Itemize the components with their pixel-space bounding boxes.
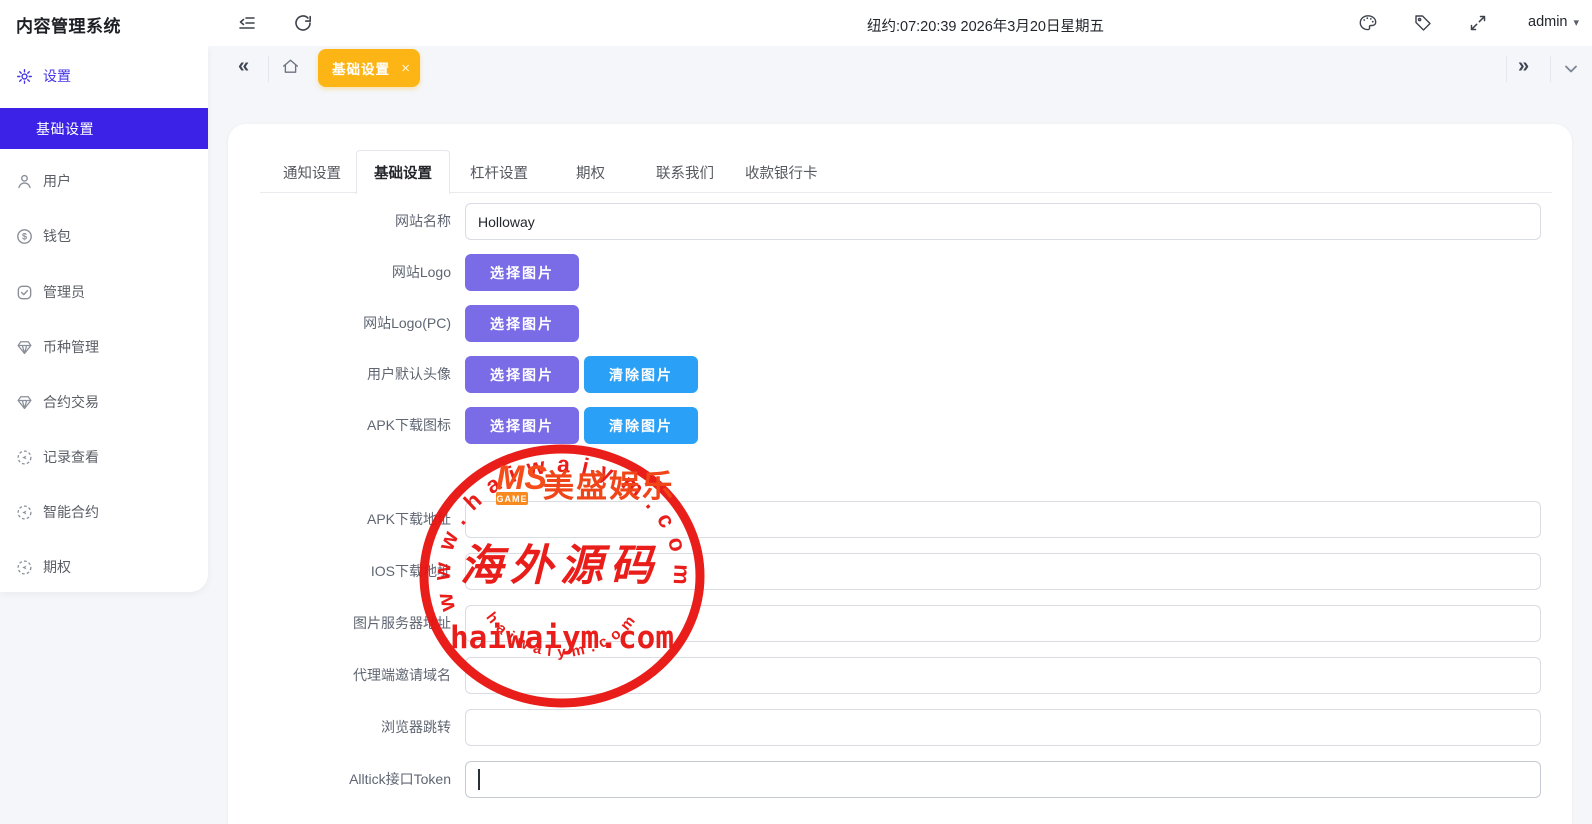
clear-image-button[interactable]: 清除图片: [584, 407, 698, 444]
close-icon[interactable]: ×: [401, 60, 410, 77]
choose-image-button[interactable]: 选择图片: [465, 305, 579, 342]
settings-panel: 通知设置 基础设置 杠杆设置 期权 联系我们 收款银行卡 网站名称 网站Logo…: [228, 124, 1572, 824]
form-row-default-avatar: 用户默认头像 选择图片 清除图片: [228, 356, 1572, 393]
caret-down-icon: ▾: [1573, 16, 1580, 29]
image-server-url-input[interactable]: [465, 605, 1541, 642]
clock-text: 纽约:07:20:39 2026年3月20日星期五: [867, 19, 1104, 35]
ios-download-url-input[interactable]: [465, 553, 1541, 590]
sidebar-item-label: 智能合约: [43, 504, 99, 520]
agent-invite-domain-input[interactable]: [465, 657, 1541, 694]
field-label: APK下载地址: [366, 511, 451, 527]
form-row-site-logo: 网站Logo 选择图片: [228, 254, 1572, 291]
sidebar-item-wallet[interactable]: $ 钱包: [0, 220, 208, 252]
compass-icon: [16, 559, 33, 576]
browser-redirect-input[interactable]: [465, 709, 1541, 746]
sidebar-item-label: 设置: [43, 68, 71, 84]
field-label: 浏览器跳转: [381, 719, 451, 735]
form-row-apk-icon: APK下载图标 选择图片 清除图片: [228, 407, 1572, 444]
form-row-site-name: 网站名称: [228, 203, 1572, 240]
apk-download-url-input[interactable]: [465, 501, 1541, 538]
sidebar-item-currency-management[interactable]: 币种管理: [0, 331, 208, 363]
app-title: 内容管理系统: [16, 17, 121, 36]
choose-image-button[interactable]: 选择图片: [465, 356, 579, 393]
form-row-apk-url: APK下载地址: [228, 501, 1572, 538]
username: admin: [1528, 14, 1568, 30]
divider: [1550, 56, 1551, 82]
tab-bank-cards[interactable]: 收款银行卡: [745, 162, 818, 183]
text-cursor: [478, 769, 480, 790]
tab-options[interactable]: 期权: [576, 162, 605, 183]
collapse-tabs-right-icon[interactable]: »: [1518, 56, 1529, 76]
field-label: 网站名称: [395, 213, 451, 229]
divider: [268, 56, 269, 82]
user-icon: [16, 173, 33, 190]
field-label: 网站Logo(PC): [363, 315, 451, 331]
tab-list-chevron-down-icon[interactable]: [1562, 60, 1580, 78]
tab-notification-settings[interactable]: 通知设置: [283, 162, 341, 183]
sidebar-item-smart-contracts[interactable]: 智能合约: [0, 496, 208, 528]
settings-tabs: 通知设置 基础设置 杠杆设置 期权 联系我们 收款银行卡: [260, 150, 1552, 194]
gem-icon: [16, 394, 33, 411]
form-row-alltick-token: Alltick接口Token: [228, 761, 1572, 798]
form-row-site-logo-pc: 网站Logo(PC) 选择图片: [228, 305, 1572, 342]
sidebar-item-label: 管理员: [43, 284, 85, 300]
form-row-image-server: 图片服务器地址: [228, 605, 1572, 642]
sidebar-item-users[interactable]: 用户: [0, 165, 208, 197]
sidebar-item-records[interactable]: 记录查看: [0, 441, 208, 473]
sidebar: 设置 基础设置 用户 $ 钱包 管理员 币种管理 合约交易 记录查看 智能合约 …: [0, 46, 208, 592]
choose-image-button[interactable]: 选择图片: [465, 254, 579, 291]
form-row-browser-redirect: 浏览器跳转: [228, 709, 1572, 746]
tab-label: 基础设置: [332, 62, 390, 77]
sidebar-item-admins[interactable]: 管理员: [0, 276, 208, 308]
alltick-token-input[interactable]: [465, 761, 1541, 798]
fullscreen-icon[interactable]: [1468, 13, 1488, 33]
field-label: IOS下载地址: [370, 563, 451, 579]
field-label: 网站Logo: [391, 264, 451, 280]
field-label: 代理端邀请域名: [353, 667, 451, 683]
site-name-input[interactable]: [465, 203, 1541, 240]
divider: [1506, 56, 1507, 82]
field-label: 用户默认头像: [367, 366, 451, 382]
gem-icon: [16, 339, 33, 356]
field-label: Alltick接口Token: [349, 771, 451, 787]
form-row-agent-domain: 代理端邀请域名: [228, 657, 1572, 694]
sidebar-item-contract-trading[interactable]: 合约交易: [0, 386, 208, 418]
basic-settings-form: 网站名称 网站Logo 选择图片 网站Logo(PC) 选择图片 用户默认头像 …: [228, 203, 1572, 812]
sidebar-item-label: 币种管理: [43, 339, 99, 355]
gear-icon: [16, 68, 33, 85]
svg-text:$: $: [22, 231, 27, 241]
tag-icon[interactable]: [1413, 13, 1433, 33]
choose-image-button[interactable]: 选择图片: [465, 407, 579, 444]
sidebar-item-label: 用户: [43, 173, 71, 189]
sidebar-item-label: 记录查看: [43, 449, 99, 465]
home-icon[interactable]: [281, 57, 300, 76]
tab-contact-us[interactable]: 联系我们: [656, 162, 714, 183]
field-label: APK下载图标: [366, 417, 451, 433]
dollar-circle-icon: $: [16, 228, 33, 245]
sidebar-item-basic-settings[interactable]: 基础设置: [0, 108, 208, 149]
sidebar-item-settings[interactable]: 设置: [0, 60, 208, 92]
collapse-tabs-left-icon[interactable]: «: [238, 56, 249, 76]
user-menu[interactable]: admin ▾: [1528, 14, 1579, 30]
refresh-icon[interactable]: [293, 13, 313, 33]
form-row-ios-url: IOS下载地址: [228, 553, 1572, 590]
sidebar-item-options[interactable]: 期权: [0, 551, 208, 583]
badge-check-icon: [16, 284, 33, 301]
compass-icon: [16, 504, 33, 521]
sidebar-item-label: 合约交易: [43, 394, 99, 410]
fold-sidebar-icon[interactable]: [237, 13, 257, 33]
field-label: 图片服务器地址: [353, 615, 451, 631]
top-bar: 内容管理系统 纽约:07:20:39 2026年3月20日星期五 admin ▾: [0, 0, 1592, 46]
sidebar-item-label: 钱包: [43, 228, 71, 244]
compass-icon: [16, 449, 33, 466]
clear-image-button[interactable]: 清除图片: [584, 356, 698, 393]
sidebar-item-label: 期权: [43, 559, 71, 575]
open-tab-basic-settings[interactable]: 基础设置 ×: [318, 49, 420, 87]
tab-basic-settings[interactable]: 基础设置: [356, 150, 450, 194]
tab-leverage-settings[interactable]: 杠杆设置: [470, 162, 528, 183]
theme-palette-icon[interactable]: [1358, 13, 1378, 33]
